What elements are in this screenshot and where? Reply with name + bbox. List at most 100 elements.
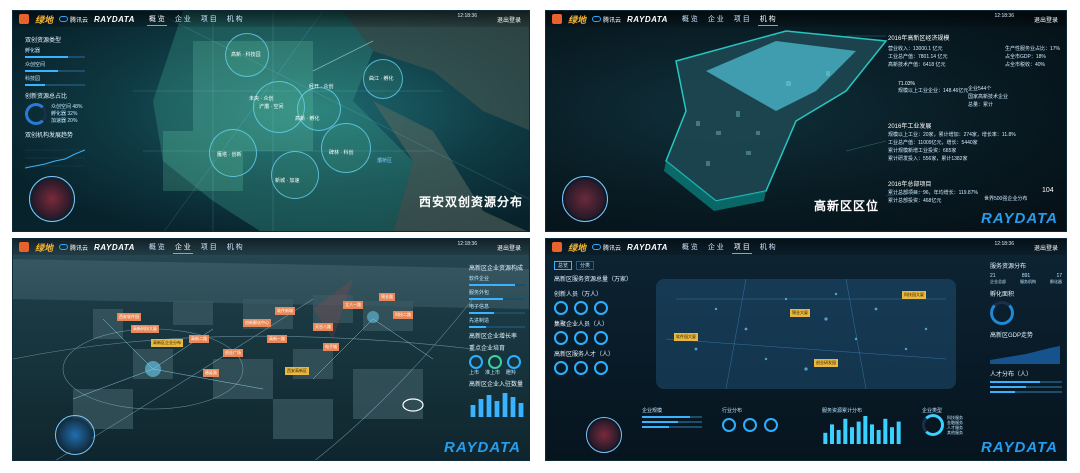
- side-bar: [25, 70, 85, 72]
- highlight-label[interactable]: 锦业大厦: [790, 309, 810, 317]
- map-circle[interactable]: [321, 123, 371, 173]
- building-label[interactable]: 锦业路: [379, 293, 395, 301]
- fortune500-badge[interactable]: 世界500强企业分布: [984, 195, 1027, 202]
- sub-tab-category[interactable]: 分类: [576, 261, 595, 270]
- stat-value: 20%: [67, 117, 78, 124]
- top-navigation-bar: 绿地 腾讯云 RAYDATA 概 览 企 业 项 目 机 构 12:18:36 …: [546, 239, 1066, 255]
- exit-button[interactable]: 退出登录: [497, 243, 521, 252]
- building-label[interactable]: 天谷八路: [313, 323, 333, 331]
- tab-overview[interactable]: 概 览: [680, 13, 700, 26]
- building-label[interactable]: 高新一路: [267, 335, 287, 343]
- fortune500-count: 104: [1042, 187, 1054, 194]
- cloud-icon: [59, 16, 69, 22]
- building-label[interactable]: 高新科技大厦: [131, 325, 159, 333]
- map-label: 雁塔 · 创新: [217, 152, 242, 158]
- tab-enterprise[interactable]: 企 业: [706, 241, 726, 254]
- mid-label: 总量：累计: [968, 102, 994, 108]
- highlight-label[interactable]: 软件园大厦: [674, 333, 698, 341]
- building-label[interactable]: 创业广场: [223, 349, 243, 357]
- pct-sub: 规模以上工业企业：148.46亿元: [898, 88, 969, 94]
- building-label[interactable]: 唐延路: [203, 369, 219, 377]
- tab-project[interactable]: 项 目: [199, 241, 219, 254]
- economy-rows: 营业收入：13000.1 亿元 工业总产值：7801.14 亿元 高新技术产值：…: [888, 45, 1060, 69]
- bar-mark: [843, 418, 848, 444]
- enterprise-count: 71.03% 规模以上工业企业：148.46亿元: [898, 81, 968, 94]
- hq-info-panel: 2016年总部项目 累计总部项目：96，年均增长：119.87% 累计总部投资：…: [888, 181, 998, 205]
- logo-text: 绿地: [568, 14, 587, 25]
- economy-line: 占全市税收：40%: [1004, 62, 1045, 68]
- building-label[interactable]: 丈八一路: [343, 301, 363, 309]
- highlight-label[interactable]: 科技园大厦: [902, 291, 926, 299]
- tab-enterprise[interactable]: 企 业: [172, 241, 193, 254]
- building-label[interactable]: 软件新城: [275, 307, 295, 315]
- partner-logo: 腾讯云: [59, 243, 88, 252]
- bottom-chart: 行业分布: [722, 407, 812, 455]
- legend-list: 科技服务 金融服务 人才服务 其他服务: [947, 415, 963, 435]
- exit-button[interactable]: 退出登录: [497, 15, 521, 24]
- cloud-icon: [592, 244, 602, 250]
- trend-chart: [24, 149, 86, 169]
- ring-chart: [488, 355, 502, 369]
- bar-mark: [502, 393, 508, 417]
- tab-overview[interactable]: 概 览: [147, 241, 167, 254]
- bar-mark: [510, 397, 516, 417]
- tab-institution[interactable]: 机 构: [225, 13, 245, 26]
- section-heading: 2016年总部项目: [888, 182, 932, 188]
- left-section: 集聚企业人员（人）: [554, 322, 609, 328]
- building-label[interactable]: 西安软件园: [117, 313, 141, 321]
- ring-chart: [574, 331, 588, 345]
- section-heading: 2016年高新区经济规模: [888, 36, 950, 42]
- side-bar-fill: [469, 284, 515, 286]
- tab-institution[interactable]: 机 构: [225, 241, 245, 254]
- tab-institution[interactable]: 机 构: [757, 13, 778, 26]
- stat-label: 众创空间: [51, 103, 72, 110]
- exit-button[interactable]: 退出登录: [1034, 243, 1058, 252]
- bar-mark: [896, 421, 901, 444]
- ring-chart: [722, 418, 736, 432]
- radar-compass-icon[interactable]: [562, 176, 608, 222]
- ring-chart: [594, 331, 608, 345]
- tab-overview[interactable]: 概 览: [146, 13, 167, 26]
- ring-row: [554, 301, 640, 315]
- tab-project[interactable]: 项 目: [731, 241, 752, 254]
- bottom-title: 企业类型: [922, 408, 943, 414]
- tab-institution[interactable]: 机 构: [758, 241, 778, 254]
- donut-chart: [990, 301, 1014, 325]
- tab-overview[interactable]: 概 览: [680, 241, 700, 254]
- ring-chart: [764, 418, 778, 432]
- radar-compass-icon[interactable]: [55, 415, 95, 455]
- highlight-label[interactable]: 创业研发园: [814, 359, 838, 367]
- ring-chart: [574, 361, 588, 375]
- sub-tab-overview[interactable]: 总览: [554, 261, 573, 270]
- partner-logo: 腾讯云: [592, 243, 621, 252]
- building-label[interactable]: 电子城: [323, 343, 339, 351]
- radar-compass-icon[interactable]: [29, 176, 75, 222]
- panel-title: 高新区区位: [814, 199, 880, 213]
- tab-project[interactable]: 项 目: [199, 13, 219, 26]
- radar-compass-icon[interactable]: [586, 417, 622, 453]
- dashboard-panel-resource-map: 绿地 腾讯云 RAYDATA 概 览 企 业 项 目 机 构 12:18:36 …: [12, 10, 530, 232]
- map-circle[interactable]: [271, 151, 319, 199]
- brand-logo: RAYDATA: [94, 14, 135, 24]
- highlight-label[interactable]: 高新区企业分布: [151, 339, 183, 347]
- stat-label: 企业总部: [990, 279, 1006, 284]
- people-bar: [990, 381, 1062, 383]
- economy-line: 高新技术产值：6418 亿元: [888, 62, 946, 68]
- tab-project[interactable]: 项 目: [732, 13, 752, 26]
- tab-enterprise[interactable]: 企 业: [706, 13, 726, 26]
- exit-button[interactable]: 退出登录: [1034, 15, 1058, 24]
- side-bar: [469, 284, 525, 286]
- map-label: 高新 · 科技园: [231, 52, 261, 58]
- side-heading: 双创资源类型: [25, 38, 62, 44]
- building-label[interactable]: 高新二路: [189, 335, 209, 343]
- enterprise-bar-chart: [470, 393, 524, 417]
- industry-line: 累计研发投入：556家，累计1382家: [888, 156, 968, 162]
- highlight-label[interactable]: 西安高新区: [285, 367, 309, 375]
- building-label[interactable]: 科技二路: [393, 311, 413, 319]
- building-label[interactable]: 创新孵化中心: [243, 319, 271, 327]
- bottom-title: 行业分布: [722, 408, 743, 414]
- tab-enterprise[interactable]: 企 业: [173, 13, 193, 26]
- side-bar: [25, 84, 85, 86]
- side-item: 电子信息: [469, 304, 490, 310]
- side-bar-fill: [25, 70, 58, 72]
